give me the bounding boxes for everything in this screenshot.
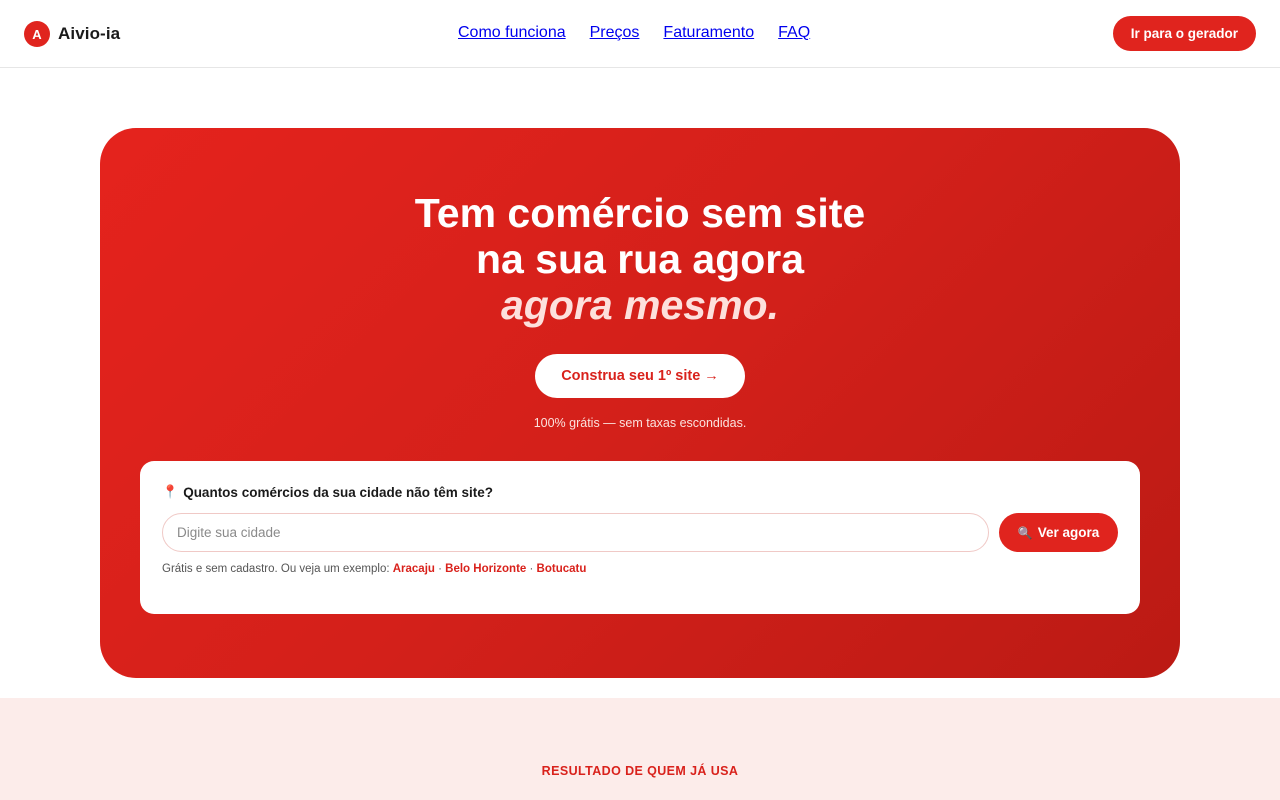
main-nav: Como funciona Preços Faturamento FAQ xyxy=(458,24,810,42)
pin-icon: 📍 xyxy=(162,484,179,499)
search-question-text: Quantos comércios da sua cidade não têm … xyxy=(183,484,494,500)
examples-separator: · xyxy=(434,563,446,575)
example-link-aracaju[interactable]: Aracaju xyxy=(393,563,435,575)
city-search-input[interactable] xyxy=(162,513,989,552)
nav-item-como-funciona[interactable]: Como funciona xyxy=(458,24,566,42)
examples-separator: · xyxy=(526,563,537,575)
search-question: 📍 Quantos comércios da sua cidade não tê… xyxy=(162,484,493,500)
brand-logo-icon: A xyxy=(24,21,50,47)
example-link-botucatu[interactable]: Botucatu xyxy=(537,563,587,575)
top-header: A Aivio-ia Como funciona Preços Faturame… xyxy=(0,0,1280,68)
build-first-site-button[interactable]: Construa seu 1º site → xyxy=(535,354,745,398)
city-search-card: 📍 Quantos comércios da sua cidade não tê… xyxy=(140,461,1140,614)
examples-line: Grátis e sem cadastro. Ou veja um exempl… xyxy=(162,563,586,575)
hero-section: Tem comércio sem site na sua rua agora a… xyxy=(100,128,1180,678)
see-now-button[interactable]: 🔍 Ver agora xyxy=(999,513,1118,552)
results-eyebrow: RESULTADO DE QUEM JÁ USA xyxy=(541,764,739,778)
brand-name: Aivio-ia xyxy=(58,24,121,43)
brand-link[interactable]: A Aivio-ia xyxy=(24,21,120,47)
see-now-label: Ver agora xyxy=(1037,525,1100,540)
nav-item-faturamento[interactable]: Faturamento xyxy=(663,24,754,42)
hero-title-line-2: na sua rua agora xyxy=(475,236,805,282)
hero-title-accent: agora mesmo. xyxy=(501,282,779,328)
examples-prefix: Grátis e sem cadastro. Ou veja um exempl… xyxy=(162,563,393,575)
hero-note: 100% grátis — sem taxas escondidas. xyxy=(533,416,747,430)
hero-title-line-1: Tem comércio sem site xyxy=(414,190,866,236)
go-to-generator-button[interactable]: Ir para o gerador xyxy=(1112,16,1256,51)
search-icon: 🔍 xyxy=(1017,525,1033,540)
example-link-belo-horizonte[interactable]: Belo Horizonte xyxy=(445,563,526,575)
results-section: RESULTADO DE QUEM JÁ USA xyxy=(0,698,1280,800)
hero-title: Tem comércio sem site na sua rua agora a… xyxy=(100,190,1180,328)
nav-item-precos[interactable]: Preços xyxy=(590,24,640,42)
nav-item-faq[interactable]: FAQ xyxy=(778,24,810,42)
